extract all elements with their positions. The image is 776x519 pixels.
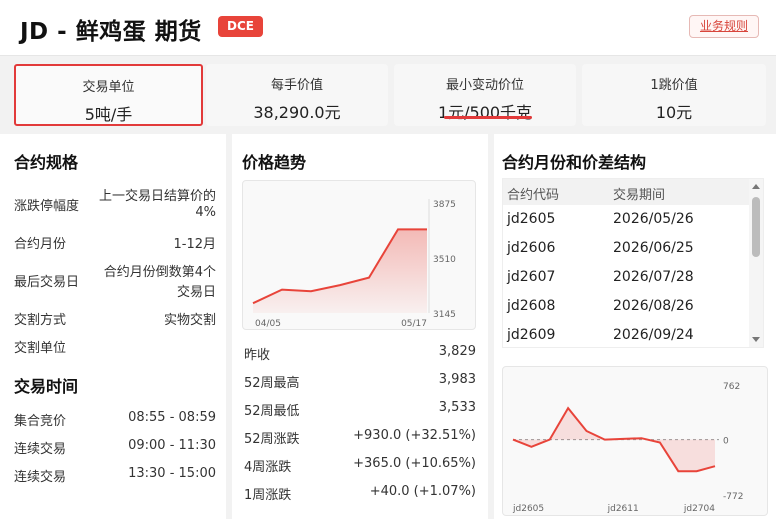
spec-value: 4% bbox=[195, 205, 216, 220]
table-row[interactable]: jd2609 2026/09/24 bbox=[503, 321, 763, 347]
stat-value: 1元/500千克 bbox=[437, 103, 533, 122]
trend-row: 昨收 3,829 bbox=[244, 344, 476, 363]
trend-value: +365.0 (+10.65%) bbox=[353, 456, 476, 471]
business-rules-link[interactable]: 业务规则 bbox=[688, 15, 759, 38]
stat-label: 1跳价值 bbox=[650, 78, 698, 93]
table-header: 合约代码 交易期间 bbox=[503, 179, 763, 205]
page-title: JD - 鲜鸡蛋 期货 bbox=[20, 19, 202, 45]
trend-label: 52周涨跌 bbox=[244, 432, 300, 447]
spread-chart-svg: 762 0 -772 jd2605 jd2611 jd2704 bbox=[512, 382, 743, 514]
trend-row: 52周最低 3,533 bbox=[244, 400, 476, 419]
trend-row: 52周最高 3,983 bbox=[244, 372, 476, 391]
contract-months-panel: 合约月份和价差结构 合约代码 交易期间 jd2605 2026/05/26 jd… bbox=[494, 134, 776, 519]
highlight-underline bbox=[444, 116, 532, 119]
stat-lot-value: 每手价值 38,290.0元 bbox=[206, 64, 388, 126]
scroll-up-icon[interactable] bbox=[752, 184, 760, 189]
hours-label: 连续交易 bbox=[14, 470, 67, 485]
y-tick-label: 762 bbox=[723, 382, 740, 392]
trend-value: 3,533 bbox=[438, 400, 476, 415]
scroll-down-icon[interactable] bbox=[752, 337, 760, 342]
spec-label: 最后交易日 bbox=[14, 275, 80, 290]
trend-label: 52周最高 bbox=[244, 376, 300, 391]
contract-period: 2026/08/26 bbox=[613, 298, 694, 314]
x-tick-label: jd2605 bbox=[512, 504, 544, 514]
trend-row: 4周涨跌 +365.0 (+10.65%) bbox=[244, 456, 476, 475]
stat-label: 交易单位 bbox=[82, 80, 135, 95]
stat-trading-unit: 交易单位 5吨/手 bbox=[14, 64, 203, 126]
spec-value: 交易日 bbox=[176, 285, 216, 300]
stat-value: 10元 bbox=[655, 103, 693, 122]
table-scrollbar[interactable] bbox=[749, 179, 763, 347]
hours-value: 13:30 - 15:00 bbox=[128, 466, 216, 481]
table-row[interactable]: jd2606 2026/06/25 bbox=[503, 234, 763, 263]
y-tick-label: -772 bbox=[723, 492, 743, 502]
x-tick-label: 04/05 bbox=[255, 319, 281, 329]
hours-value: 09:00 - 11:30 bbox=[128, 438, 216, 453]
trend-value: +930.0 (+32.51%) bbox=[353, 428, 476, 443]
table-row[interactable]: jd2605 2026/05/26 bbox=[503, 205, 763, 234]
spec-value: 上一交易日结算价的 bbox=[98, 189, 216, 204]
stat-label: 最小变动价位 bbox=[445, 78, 524, 93]
spread-chart[interactable]: 762 0 -772 jd2605 jd2611 jd2704 bbox=[502, 366, 768, 516]
contract-period: 2026/05/26 bbox=[613, 211, 694, 227]
hours-label: 连续交易 bbox=[14, 442, 67, 457]
trend-label: 4周涨跌 bbox=[244, 460, 292, 475]
x-tick-label: jd2611 bbox=[607, 504, 639, 514]
contract-code: jd2605 bbox=[507, 211, 556, 227]
y-tick-label: 3875 bbox=[433, 200, 456, 210]
spec-label: 涨跌停幅度 bbox=[14, 199, 80, 214]
column-header: 交易期间 bbox=[613, 188, 666, 203]
contract-code: jd2608 bbox=[507, 298, 556, 314]
x-tick-label: 05/17 bbox=[401, 319, 427, 329]
contract-period: 2026/06/25 bbox=[613, 240, 694, 256]
page-header: JD - 鲜鸡蛋 期货 DCE 业务规则 bbox=[0, 0, 776, 56]
spec-value: 1-12月 bbox=[173, 237, 216, 252]
trend-label: 52周最低 bbox=[244, 404, 300, 419]
y-tick-label: 0 bbox=[723, 437, 729, 447]
y-tick-label: 3145 bbox=[433, 310, 456, 320]
column-header: 合约代码 bbox=[507, 188, 560, 203]
table-row[interactable]: jd2607 2026/07/28 bbox=[503, 263, 763, 292]
stat-tick-value: 1跳价值 10元 bbox=[582, 64, 766, 126]
trend-value: 3,829 bbox=[438, 344, 476, 359]
trend-label: 1周涨跌 bbox=[244, 488, 292, 503]
hours-label: 集合竞价 bbox=[14, 414, 67, 429]
contract-period: 2026/09/24 bbox=[613, 327, 694, 343]
trend-label: 昨收 bbox=[244, 348, 271, 363]
price-trend-panel: 价格趋势 3875 3510 3145 04/05 05/17 昨收 3,829 52周… bbox=[232, 134, 488, 519]
scroll-thumb[interactable] bbox=[752, 197, 760, 257]
contract-code: jd2609 bbox=[507, 327, 556, 343]
hours-value: 08:55 - 08:59 bbox=[128, 410, 216, 425]
price-trend-title: 价格趋势 bbox=[242, 153, 307, 172]
stat-tick-size: 最小变动价位 1元/500千克 bbox=[394, 64, 576, 126]
x-tick-label: jd2704 bbox=[683, 504, 715, 514]
contract-spec-title: 合约规格 bbox=[14, 153, 79, 172]
spec-value: 实物交割 bbox=[163, 313, 216, 328]
exchange-badge: DCE bbox=[218, 16, 263, 37]
table-row[interactable]: jd2608 2026/08/26 bbox=[503, 292, 763, 321]
trend-value: +40.0 (+1.07%) bbox=[369, 484, 476, 499]
stat-value: 38,290.0元 bbox=[253, 103, 341, 122]
y-tick-label: 3510 bbox=[433, 255, 456, 265]
key-stats: 交易单位 5吨/手 每手价值 38,290.0元 最小变动价位 1元/500千克… bbox=[14, 64, 766, 126]
contract-months-title: 合约月份和价差结构 bbox=[502, 153, 647, 172]
trading-hours-title: 交易时间 bbox=[14, 377, 79, 396]
spec-label: 交割方式 bbox=[14, 313, 67, 328]
stat-value: 5吨/手 bbox=[84, 105, 133, 124]
trend-row: 52周涨跌 +930.0 (+32.51%) bbox=[244, 428, 476, 447]
price-area bbox=[253, 229, 427, 313]
contract-period: 2026/07/28 bbox=[613, 269, 694, 285]
spec-label: 交割单位 bbox=[14, 341, 67, 356]
price-chart[interactable]: 3875 3510 3145 04/05 05/17 bbox=[242, 180, 476, 330]
spec-label: 合约月份 bbox=[14, 237, 67, 252]
contract-code: jd2607 bbox=[507, 269, 556, 285]
trend-value: 3,983 bbox=[438, 372, 476, 387]
trend-row: 1周涨跌 +40.0 (+1.07%) bbox=[244, 484, 476, 503]
stat-label: 每手价值 bbox=[270, 78, 323, 93]
contract-code: jd2606 bbox=[507, 240, 556, 256]
contract-months-table: 合约代码 交易期间 jd2605 2026/05/26 jd2606 2026/… bbox=[502, 178, 764, 348]
spec-value: 合约月份倒数第4个 bbox=[103, 265, 216, 280]
price-chart-svg: 3875 3510 3145 04/05 05/17 bbox=[252, 199, 456, 329]
contract-spec-panel: 合约规格 涨跌停幅度 上一交易日结算价的 4% 合约月份 1-12月 最后交易日… bbox=[0, 134, 226, 519]
